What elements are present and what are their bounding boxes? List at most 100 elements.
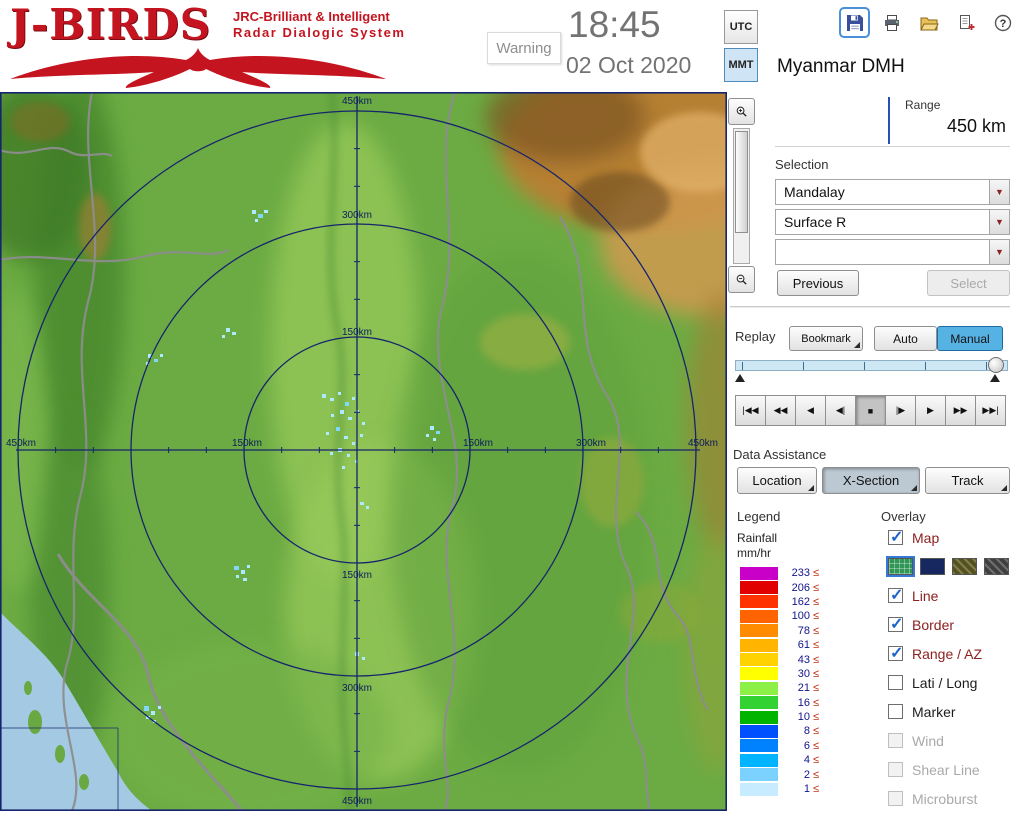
legend-operator: ≤ [813,725,820,738]
legend-row: 6 ≤ [740,739,819,753]
product-dropdown[interactable]: Surface R [775,209,1010,235]
legend-value: 6 [803,739,810,752]
legend-swatch [740,681,778,695]
location-button[interactable]: Location [737,467,817,494]
site-dropdown[interactable]: Mandalay [775,179,1010,205]
radar-map[interactable]: 450km 300km 150km 150km 300km 450km 450k… [0,62,820,819]
legend-row: 10 ≤ [740,710,819,724]
auto-button[interactable]: Auto [874,326,937,351]
zoom-scrollbar-thumb[interactable] [735,131,748,233]
overlay-item-map[interactable]: Map [888,527,1020,547]
range-ring-label: 450km [342,796,372,807]
overlay-item-range-az[interactable]: Range / AZ [888,643,1020,663]
timeline-tick [925,362,926,370]
legend-row: 2 ≤ [740,767,819,782]
legend-value: 43 [797,653,810,666]
legend-swatch [740,595,778,609]
play-button[interactable]: ▶ [915,395,946,426]
overlay-item-border[interactable]: Border [888,614,1020,634]
legend-swatch [740,609,778,623]
overlay-item-line[interactable]: Line [888,585,1020,605]
fast-rewind-button[interactable]: ◀◀ [765,395,796,426]
legend-unit: mm/hr [737,546,771,560]
legend-value: 1 [803,783,810,796]
map-style-green-swatch[interactable] [886,556,915,577]
checkbox-checked[interactable] [888,614,903,634]
play-backward-button[interactable]: ◀ [795,395,826,426]
help-button[interactable]: ? [987,7,1018,38]
legend-swatch [740,768,778,782]
timeline-end-marker[interactable] [990,374,1000,382]
manual-button[interactable]: Manual [937,326,1003,351]
zoom-out-button[interactable] [728,266,755,293]
zoom-in-button[interactable] [728,98,755,125]
map-style-gray-swatch[interactable] [984,558,1009,575]
svg-text:?: ? [999,18,1006,30]
overlay-item-lati-long[interactable]: Lati / Long [888,674,1020,691]
overlay-item-marker[interactable]: Marker [888,703,1020,720]
checkbox-checked[interactable] [888,585,903,605]
overlay-item-microburst: Microburst [888,790,1020,807]
previous-button[interactable]: Previous [777,270,859,296]
range-ring-label: 450km [688,438,718,449]
legend-value: 61 [797,639,810,652]
save-button[interactable] [839,7,870,38]
timeline-start-marker[interactable] [735,374,745,382]
skip-to-end-button[interactable]: ▶▶| [975,395,1006,426]
replay-timeline-track[interactable] [735,360,1008,371]
legend-value: 30 [797,667,810,680]
site-dropdown-arrow[interactable] [989,180,1009,204]
zoom-scrollbar[interactable] [733,128,750,264]
print-button[interactable] [876,7,907,38]
playback-controls: |◀◀ ◀◀ ◀ ◀| ■ |▶ ▶ ▶▶ ▶▶| [735,395,1006,426]
checkbox-checked[interactable] [888,527,903,547]
checkbox-unchecked[interactable] [888,675,903,690]
data-assistance-label: Data Assistance [733,447,827,462]
legend-value: 162 [791,595,810,608]
bookmark-button[interactable]: Bookmark [789,326,863,351]
checkbox-unchecked[interactable] [888,704,903,719]
legend-swatch [740,753,778,767]
legend-swatch [740,739,778,753]
utc-toggle-button[interactable]: UTC [724,10,758,44]
checkbox-checked[interactable] [888,643,903,663]
legend-row: 4 ≤ [740,753,819,767]
product-dropdown-value: Surface R [784,214,847,230]
legend-row: 8 ≤ [740,724,819,738]
fast-forward-button[interactable]: ▶▶ [945,395,976,426]
legend-value: 100 [791,610,810,623]
extra-dropdown-arrow[interactable] [989,240,1009,264]
app-logo-subtitle-1: JRC-Brilliant & Intelligent [233,9,390,24]
product-dropdown-arrow[interactable] [989,210,1009,234]
range-display: Range 450 km [775,96,1010,147]
warning-indicator[interactable]: Warning [487,32,561,64]
legend-operator: ≤ [813,624,820,637]
legend-row: 21 ≤ [740,681,819,695]
header-bar: J-BIRDS JRC-Brilliant & Intelligent Rada… [0,0,1030,92]
mmt-toggle-button[interactable]: MMT [724,48,758,82]
add-document-button[interactable] [950,7,981,38]
track-button[interactable]: Track [925,467,1010,494]
skip-to-start-button[interactable]: |◀◀ [735,395,766,426]
checkbox-disabled [888,791,903,806]
map-style-olive-swatch[interactable] [952,558,977,575]
legend-swatch [740,782,778,796]
step-back-button[interactable]: ◀| [825,395,856,426]
map-style-navy-swatch[interactable] [920,558,945,575]
legend-swatch [740,624,778,638]
legend-value: 8 [803,725,810,738]
overlay-item-label: Line [912,587,939,604]
extra-dropdown[interactable] [775,239,1010,265]
replay-timeline-thumb[interactable] [988,357,1004,373]
overlay-item-label: Map [912,529,940,546]
step-forward-button[interactable]: |▶ [885,395,916,426]
overlay-label: Overlay [881,509,926,524]
open-folder-button[interactable] [913,7,944,38]
stop-button[interactable]: ■ [855,395,886,426]
legend-label: Legend [737,509,781,524]
range-divider [888,97,890,144]
legend-row: 16 ≤ [740,696,819,710]
legend-operator: ≤ [813,610,820,623]
legend-row: 206 ≤ [740,580,819,595]
x-section-button[interactable]: X-Section [822,467,920,494]
